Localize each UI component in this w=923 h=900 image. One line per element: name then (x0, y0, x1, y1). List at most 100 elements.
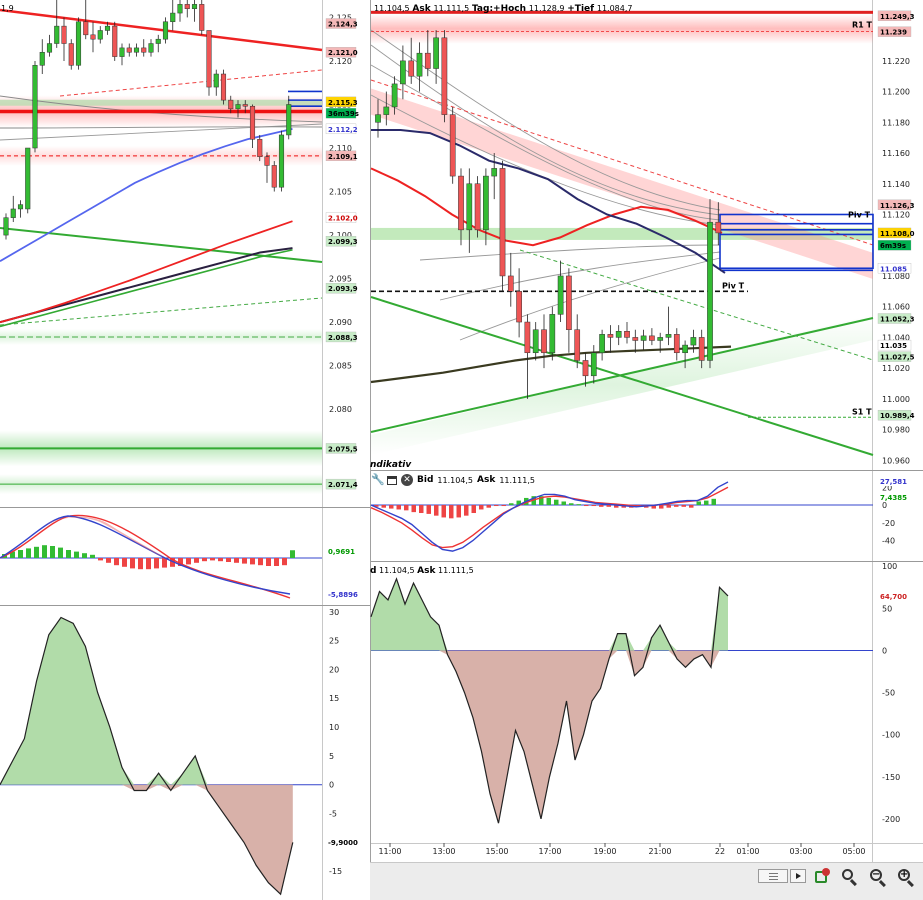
right-candle-body (624, 331, 630, 338)
left-macd-bar (42, 545, 47, 558)
right-price-tag: 11.027,5 (880, 354, 915, 362)
right-macd-bar (456, 505, 461, 518)
left-candle-body (286, 104, 292, 136)
indikativ-text: ndikativ (370, 460, 412, 470)
zoom-out-button[interactable]: − (868, 867, 888, 888)
indicator-bid-label: Bid (417, 475, 434, 485)
left-macd-bar (50, 546, 55, 558)
right-candle-body (557, 275, 564, 315)
right-candle-body (549, 314, 556, 354)
left-price-tick: 2.105 (329, 188, 352, 197)
left-candle (271, 161, 277, 192)
left-macd-bar (58, 547, 63, 558)
left-price-tag: 2.093,9 (328, 285, 358, 293)
left-macd-bar (162, 558, 167, 568)
time-tick: 05:00 (842, 847, 865, 856)
scroll-grip-icon (769, 873, 778, 874)
left-macd-bar (290, 550, 295, 558)
left-candle-body (199, 4, 205, 31)
right-macd-bar (426, 505, 431, 514)
osc-ask-value: 11.111,5 (438, 566, 474, 575)
left-macd-bar (210, 558, 215, 561)
left-candle (206, 30, 212, 96)
indicator-bid-value: 11.104,5 (437, 475, 474, 485)
left-macd-bar (98, 558, 103, 561)
right-macd-bar (404, 505, 409, 511)
left-price-tag: 2.109,1 (328, 153, 358, 161)
time-tick: 22 (715, 847, 725, 856)
right-candle-body (640, 335, 647, 341)
right-macd-bar (554, 499, 559, 506)
right-candle (449, 106, 456, 184)
right-price-tick: 11.000 (882, 395, 910, 404)
right-macd-tag: 7,4385 (880, 494, 907, 502)
zoom-in-button[interactable]: + (896, 867, 916, 888)
right-candle-body (657, 337, 664, 341)
left-candle-body (242, 104, 248, 107)
chart-settings-button[interactable] (814, 868, 832, 886)
right-candle-body (541, 329, 547, 354)
left-candle-body (17, 204, 24, 210)
left-candle-body (177, 4, 183, 14)
bottom-toolbar: − + (370, 862, 923, 900)
left-price-tag: 2.075,5 (328, 445, 358, 453)
left-candle (112, 21, 118, 61)
left-macd-bar (242, 558, 247, 564)
right-macd-bar (396, 505, 401, 510)
right-price-tag: 11.085 (880, 265, 907, 273)
left-macd-bar (154, 558, 159, 569)
right-candle-body (408, 60, 415, 77)
right-candle-body (507, 275, 514, 292)
right-candle-body (607, 334, 614, 338)
left-price-tick: 2.080 (329, 405, 352, 414)
left-candle-body (206, 30, 212, 88)
window-icon[interactable] (387, 475, 397, 485)
right-candle (549, 306, 556, 361)
wrench-icon[interactable]: 🔧 (371, 474, 385, 486)
right-macd-bar (464, 505, 469, 516)
left-macd-bar (274, 558, 279, 566)
scrollbar[interactable] (758, 869, 788, 883)
right-macd-bar (479, 505, 484, 510)
left-osc-tick: 5 (329, 752, 334, 761)
right-candle-body (483, 175, 489, 231)
right-price-tick: 11.220 (882, 57, 910, 66)
scroll-right-button[interactable] (790, 869, 806, 883)
left-candle-body (170, 12, 176, 23)
left-candle-body (184, 4, 190, 9)
left-candle (75, 17, 82, 70)
right-candle-body (590, 352, 597, 377)
right-macd-bar (696, 501, 701, 506)
right-macd-bar (674, 505, 679, 507)
right-candle-body (474, 183, 481, 231)
right-price-tick: 11.060 (882, 303, 910, 312)
right-candle-body (715, 221, 722, 234)
osc-ask-label: Ask (417, 566, 436, 576)
left-candle (278, 130, 285, 192)
left-macd-bar (202, 558, 207, 562)
left-candle-body (264, 156, 270, 166)
right-macd-bar (501, 505, 506, 507)
left-macd-bar (194, 558, 199, 563)
trading-workspace: 2.1252.1202.1152.1102.1052.1002.0952.090… (0, 0, 923, 900)
right-macd-bar (569, 503, 574, 506)
right-candle-body (466, 183, 473, 231)
close-icon[interactable]: ✕ (401, 474, 413, 486)
right-macd-bar (711, 498, 716, 506)
right-price-tag: 6m39s (880, 242, 906, 250)
right-macd-bar (441, 505, 446, 518)
right-price-tick: 11.120 (882, 210, 910, 219)
right-macd-bar (681, 505, 686, 507)
left-candle-body (228, 99, 234, 110)
left-candle-body (75, 21, 82, 66)
left-candle-body (97, 30, 103, 40)
right-candle (707, 199, 713, 369)
header-high-value: 11.128,9 (528, 4, 565, 13)
right-candle-body (400, 60, 406, 85)
indicator-toolbar: 🔧 ✕ Bid 11.104,5 Ask 11.111,5 (371, 473, 535, 487)
left-candle-body (90, 34, 96, 40)
left-candle (25, 147, 31, 214)
right-macd-bar (576, 504, 581, 506)
zoom-fit-button[interactable] (840, 867, 860, 887)
right-macd-bar (389, 505, 394, 509)
